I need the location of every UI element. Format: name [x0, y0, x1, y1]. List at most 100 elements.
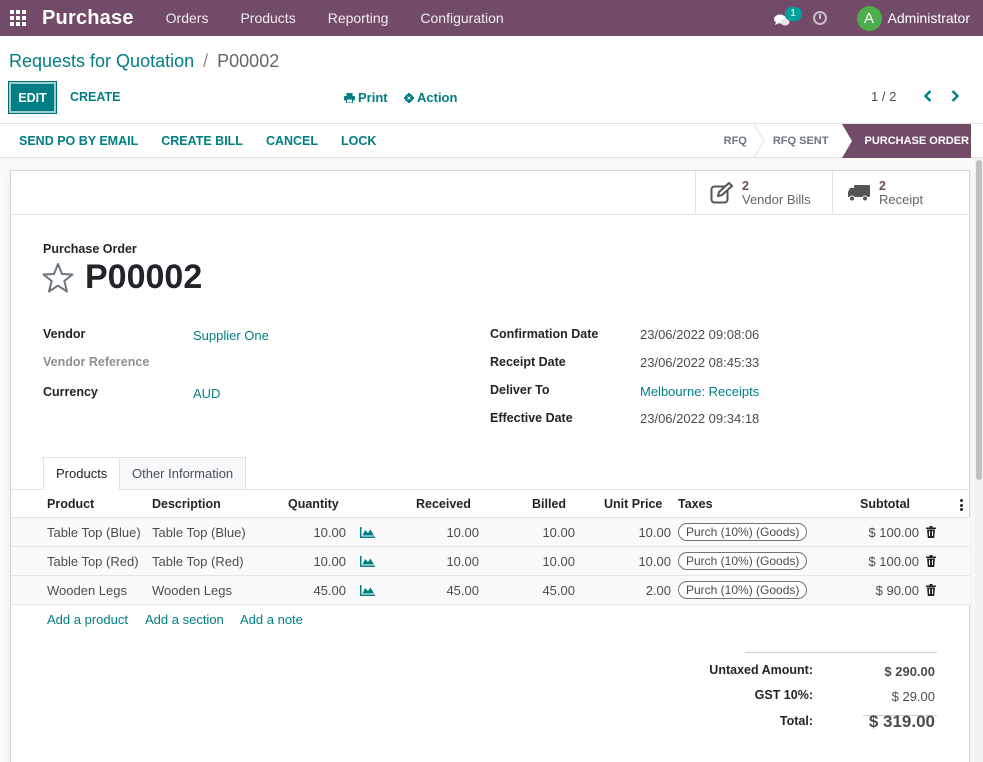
- navbar-systray: 1 A Administrator: [773, 5, 983, 31]
- effective-date-value: 23/06/2022 09:34:18: [640, 411, 760, 426]
- menu-reporting[interactable]: Reporting: [312, 0, 405, 36]
- order-totals: Untaxed Amount: $ 290.00 GST 10%: $ 29.0…: [709, 652, 937, 731]
- stage-rfq-label: RFQ: [723, 135, 747, 147]
- column-product[interactable]: Product: [47, 497, 94, 511]
- vendor-bills-count: 2: [742, 179, 749, 193]
- row-subtotal: $ 100.00: [868, 554, 919, 569]
- add-note-link[interactable]: Add a note: [240, 612, 303, 627]
- currency-value[interactable]: AUD: [193, 386, 220, 401]
- total-label: Total:: [779, 714, 813, 728]
- vendor-bills-button[interactable]: 2 Vendor Bills: [695, 171, 832, 215]
- action-button[interactable]: Action: [404, 81, 457, 114]
- row-received: 45.00: [446, 583, 479, 598]
- stage-rfq-sent[interactable]: RFQ SENT: [765, 124, 843, 158]
- deliver-to-value[interactable]: Melbourne: Receipts: [640, 384, 759, 399]
- messaging-icon[interactable]: 1: [773, 7, 802, 28]
- star-icon[interactable]: [42, 262, 74, 294]
- notebook-tabs: Products Other Information: [11, 456, 970, 490]
- column-taxes[interactable]: Taxes: [678, 497, 713, 511]
- menu-products[interactable]: Products: [224, 0, 311, 36]
- add-section-link[interactable]: Add a section: [145, 612, 224, 627]
- row-product: Table Top (Red): [47, 554, 139, 569]
- breadcrumb-current: P00002: [217, 51, 280, 71]
- stage-rfq-sent-label: RFQ SENT: [772, 135, 829, 147]
- stage-rfq[interactable]: RFQ: [710, 124, 761, 158]
- column-billed[interactable]: Billed: [532, 497, 566, 511]
- smart-button-box: 2 Vendor Bills 2 Receipt: [10, 171, 969, 215]
- user-name[interactable]: Administrator: [888, 10, 970, 26]
- app-brand[interactable]: Purchase: [42, 7, 134, 30]
- page-scrollbar[interactable]: [975, 158, 983, 762]
- chevron-right-icon[interactable]: [948, 88, 962, 104]
- receipt-button[interactable]: 2 Receipt: [832, 171, 969, 215]
- chevron-left-icon[interactable]: [921, 88, 935, 104]
- trash-icon[interactable]: [926, 526, 936, 538]
- area-chart-icon[interactable]: [360, 585, 375, 596]
- column-unit-price[interactable]: Unit Price: [604, 497, 662, 511]
- create-bill-button[interactable]: CREATE BILL: [161, 134, 243, 148]
- app-menu-grid-icon[interactable]: [9, 9, 27, 27]
- control-panel: Requests for Quotation / P00002 EDIT CRE…: [0, 36, 983, 124]
- optional-columns-icon[interactable]: [960, 499, 963, 513]
- trash-icon[interactable]: [926, 584, 936, 596]
- pager-value[interactable]: 1 / 2: [871, 89, 896, 104]
- column-received[interactable]: Received: [416, 497, 471, 511]
- area-chart-icon[interactable]: [360, 527, 375, 538]
- pencil-square-icon: [710, 182, 733, 204]
- top-navbar: Purchase Orders Products Reporting Confi…: [0, 0, 983, 36]
- lock-button[interactable]: LOCK: [341, 134, 376, 148]
- trash-icon[interactable]: [926, 555, 936, 567]
- row-description: Wooden Legs: [152, 583, 232, 598]
- table-row[interactable]: Table Top (Blue) Table Top (Blue) 10.00 …: [11, 518, 970, 547]
- messaging-badge: 1: [784, 7, 802, 21]
- area-chart-icon[interactable]: [360, 556, 375, 567]
- row-unit-price: 10.00: [638, 554, 671, 569]
- column-quantity[interactable]: Quantity: [288, 497, 339, 511]
- printer-icon: [344, 92, 355, 103]
- menu-configuration[interactable]: Configuration: [404, 0, 519, 36]
- table-row[interactable]: Table Top (Red) Table Top (Red) 10.00 10…: [11, 547, 970, 576]
- create-button[interactable]: CREATE: [70, 81, 120, 114]
- breadcrumb-parent[interactable]: Requests for Quotation: [9, 51, 194, 71]
- row-product: Table Top (Blue): [47, 525, 141, 540]
- total-value: $ 319.00: [868, 712, 935, 731]
- effective-date-label: Effective Date: [490, 411, 573, 425]
- vendor-reference-label: Vendor Reference: [43, 355, 150, 369]
- clock-icon[interactable]: [812, 11, 827, 25]
- truck-icon: [848, 185, 870, 202]
- main-menu: Orders Products Reporting Configuration: [150, 0, 520, 36]
- vendor-bills-label: Vendor Bills: [742, 192, 811, 207]
- row-quantity: 10.00: [313, 525, 346, 540]
- row-quantity: 45.00: [313, 583, 346, 598]
- stage-purchase-order[interactable]: PURCHASE ORDER: [842, 124, 971, 158]
- breadcrumb-separator: /: [203, 51, 209, 71]
- table-row[interactable]: Wooden Legs Wooden Legs 45.00 45.00 45.0…: [11, 576, 970, 605]
- tab-products[interactable]: Products: [43, 457, 121, 490]
- row-unit-price: 10.00: [638, 525, 671, 540]
- print-button[interactable]: Print: [344, 81, 388, 114]
- form-sheet: 2 Vendor Bills 2 Receipt Purchase Order …: [10, 170, 970, 762]
- edit-button[interactable]: EDIT: [8, 81, 57, 114]
- add-product-link[interactable]: Add a product: [47, 612, 128, 627]
- avatar[interactable]: A: [856, 5, 882, 31]
- tab-other-information[interactable]: Other Information: [120, 457, 247, 490]
- row-billed: 10.00: [542, 554, 575, 569]
- column-description[interactable]: Description: [152, 497, 221, 511]
- cancel-button[interactable]: CANCEL: [266, 134, 318, 148]
- receipt-count: 2: [879, 179, 886, 193]
- menu-orders[interactable]: Orders: [150, 0, 225, 36]
- stage-pipeline: RFQ RFQ SENT PURCHASE ORDER: [710, 124, 971, 158]
- scrollbar-thumb[interactable]: [976, 160, 982, 480]
- send-po-by-email-button[interactable]: SEND PO BY EMAIL: [19, 134, 138, 148]
- deliver-to-label: Deliver To: [490, 383, 550, 397]
- statusbar: SEND PO BY EMAIL CREATE BILL CANCEL LOCK…: [0, 124, 983, 158]
- currency-label: Currency: [43, 385, 98, 399]
- confirmation-date-label: Confirmation Date: [490, 327, 599, 341]
- order-lines-table: Product Description Quantity Received Bi…: [11, 490, 970, 605]
- row-description: Table Top (Blue): [152, 525, 246, 540]
- row-quantity: 10.00: [313, 554, 346, 569]
- column-subtotal[interactable]: Subtotal: [860, 497, 910, 511]
- table-header: Product Description Quantity Received Bi…: [11, 490, 970, 518]
- receipt-text: 2 Receipt: [879, 179, 923, 207]
- vendor-value[interactable]: Supplier One: [193, 328, 269, 343]
